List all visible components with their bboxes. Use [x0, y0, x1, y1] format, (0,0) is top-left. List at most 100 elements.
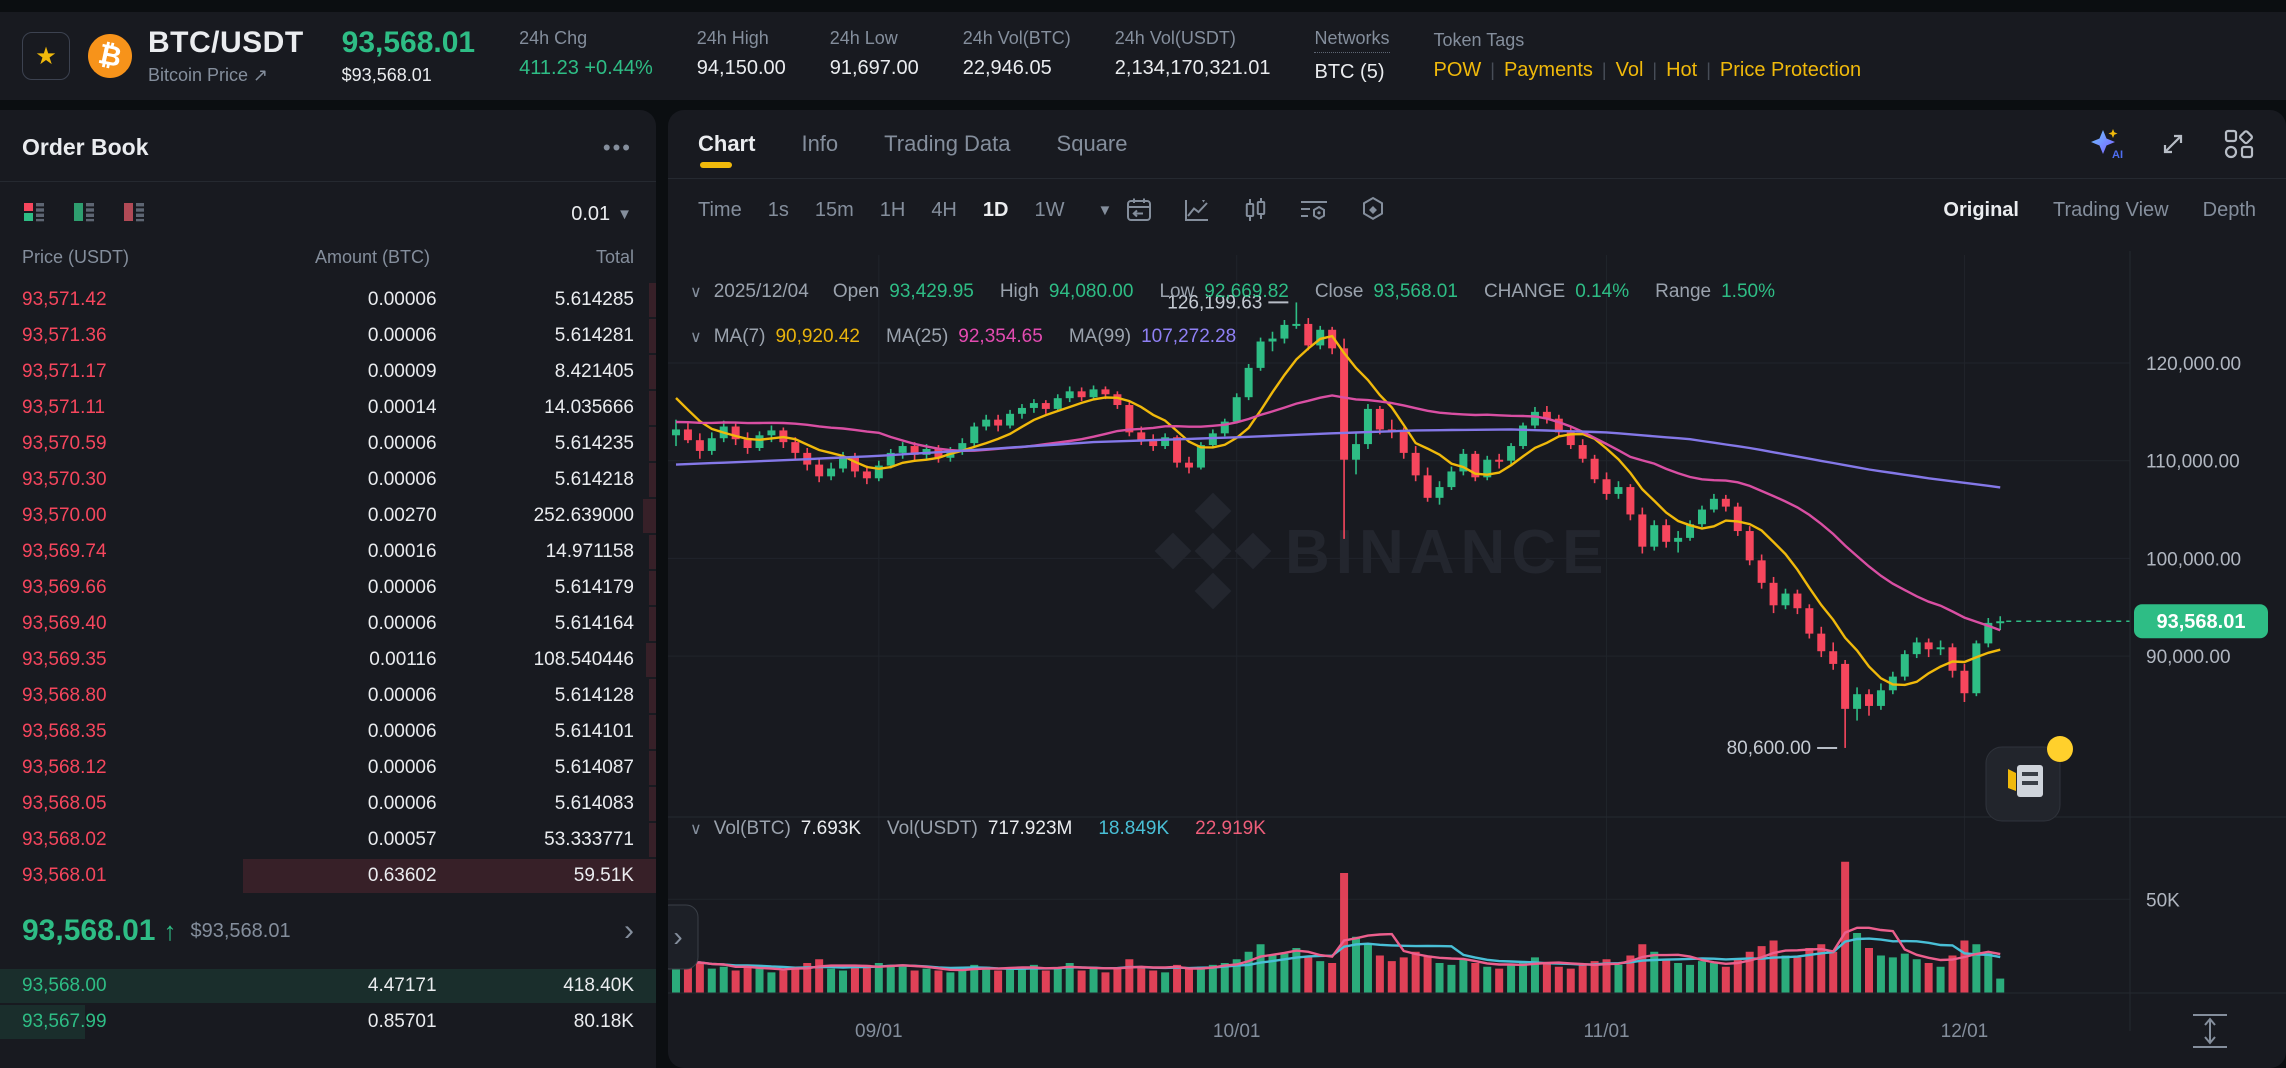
volume-bar [1877, 956, 1885, 994]
chart-area[interactable]: ∨ 2025/12/04 Open93,429.95 High94,080.00… [668, 241, 2286, 1068]
candlestick-chart[interactable]: BINANCE126,199.6380,600.0093,568.01120,0… [668, 241, 2286, 1068]
ask-row[interactable]: 93,568.050.000065.614083 [0, 786, 656, 822]
ask-row[interactable]: 93,570.590.000065.614235 [0, 426, 656, 462]
price-cell: 93,568.80 [22, 685, 239, 707]
book-view-bids-icon[interactable] [72, 200, 96, 229]
collapse-icon[interactable]: ∨ [690, 282, 702, 302]
volume-bar [1471, 963, 1479, 993]
chevron-down-icon: ▼ [617, 206, 632, 223]
candle [1531, 412, 1539, 426]
header-stats: 24h Chg411.23 +0.44%24h High94,150.0024h… [519, 28, 1389, 84]
tag-separator: | [1490, 60, 1495, 81]
ask-row[interactable]: 93,568.010.6360259.51K [0, 858, 656, 894]
ask-row[interactable]: 93,569.400.000065.614164 [0, 606, 656, 642]
indicator-settings-icon[interactable] [1298, 195, 1330, 225]
symbol-subtitle-link[interactable]: Bitcoin Price ↗ [148, 65, 304, 86]
interval-dropdown-icon[interactable]: ▼ [1097, 202, 1112, 219]
ask-row[interactable]: 93,569.350.00116108.540446 [0, 642, 656, 678]
fullscreen-icon[interactable] [2158, 129, 2188, 159]
jump-to-date-icon[interactable] [1124, 195, 1154, 225]
asks-list: 93,571.420.000065.61428593,571.360.00006… [0, 282, 656, 894]
token-tag-link[interactable]: Hot [1666, 59, 1697, 82]
ask-row[interactable]: 93,570.000.00270252.639000 [0, 498, 656, 534]
ask-row[interactable]: 93,571.110.0001414.035666 [0, 390, 656, 426]
ask-row[interactable]: 93,568.020.0005753.333771 [0, 822, 656, 858]
interval-1w[interactable]: 1W [1034, 199, 1064, 222]
collapse-icon[interactable]: ∨ [690, 327, 702, 347]
chart-type-icon[interactable] [1182, 195, 1212, 225]
depth-bar [649, 715, 656, 749]
candle [1424, 475, 1432, 497]
candle [1304, 324, 1312, 345]
col-price: Price (USDT) [22, 247, 226, 268]
candle [1101, 389, 1109, 394]
candle [899, 446, 907, 453]
token-tag-link[interactable]: POW [1434, 59, 1482, 82]
interval-4h[interactable]: 4H [931, 199, 957, 222]
candle [1865, 694, 1873, 706]
last-price: 93,568.01 [342, 26, 475, 60]
tab-trading-data[interactable]: Trading Data [884, 110, 1010, 178]
favorite-star-button[interactable]: ★ [22, 32, 70, 80]
volume-bar [946, 972, 954, 993]
news-feed-button[interactable] [1986, 736, 2073, 821]
interval-1s[interactable]: 1s [768, 199, 789, 222]
tag-separator: | [1602, 60, 1607, 81]
layout-grid-icon[interactable] [2222, 127, 2256, 161]
candle [1352, 444, 1360, 460]
volume-bar [1304, 957, 1312, 993]
last-price-row[interactable]: 93,568.01 ↑ $93,568.01 › [0, 894, 656, 968]
settings-hexagon-icon[interactable] [1358, 195, 1388, 225]
view-depth[interactable]: Depth [2203, 199, 2256, 222]
bid-row[interactable]: 93,568.004.47171418.40K [0, 968, 656, 1004]
precision-dropdown[interactable]: 0.01 ▼ [571, 203, 632, 226]
tab-info[interactable]: Info [801, 110, 838, 178]
interval-1d[interactable]: 1D [983, 199, 1009, 222]
interval-1h[interactable]: 1H [880, 199, 906, 222]
tab-chart[interactable]: Chart [698, 110, 755, 178]
ask-row[interactable]: 93,570.300.000065.614218 [0, 462, 656, 498]
ask-row[interactable]: 93,569.740.0001614.971158 [0, 534, 656, 570]
ask-row[interactable]: 93,569.660.000065.614179 [0, 570, 656, 606]
order-book-more-button[interactable]: ••• [603, 135, 632, 161]
interval-time[interactable]: Time [698, 199, 742, 222]
volume-bar [1555, 967, 1563, 993]
ask-row[interactable]: 93,568.350.000065.614101 [0, 714, 656, 750]
ask-row[interactable]: 93,571.360.000065.614281 [0, 318, 656, 354]
ask-row[interactable]: 93,568.120.000065.614087 [0, 750, 656, 786]
ask-row[interactable]: 93,568.800.000065.614128 [0, 678, 656, 714]
volume-bar [696, 963, 704, 993]
price-cell: 93,570.00 [22, 505, 239, 527]
expand-panel-button[interactable]: › [668, 905, 698, 969]
view-trading-view[interactable]: Trading View [2053, 199, 2169, 222]
book-view-both-icon[interactable] [22, 200, 46, 229]
ma7-value: 90,920.42 [775, 326, 860, 348]
volume-bar [1376, 956, 1384, 994]
collapse-icon[interactable]: ∨ [690, 819, 702, 839]
total-cell: 108.540446 [437, 649, 634, 671]
stat-value: 411.23 +0.44% [519, 57, 653, 80]
ma25-value: 92,354.65 [958, 326, 1043, 348]
view-original[interactable]: Original [1943, 199, 2019, 222]
y-axis-tick: 110,000.00 [2146, 452, 2240, 473]
candle [1591, 459, 1599, 480]
volume-bar [1889, 957, 1897, 993]
tab-square[interactable]: Square [1057, 110, 1128, 178]
volume-bar [1567, 969, 1575, 993]
interval-15m[interactable]: 15m [815, 199, 854, 222]
volume-bar [1197, 967, 1205, 993]
token-tag-link[interactable]: Price Protection [1720, 59, 1861, 82]
candle [1269, 339, 1277, 342]
book-view-asks-icon[interactable] [122, 200, 146, 229]
volume-bar [1937, 967, 1945, 993]
indicators-candle-icon[interactable] [1240, 195, 1270, 225]
token-tag-link[interactable]: Payments [1504, 59, 1593, 82]
ai-assistant-icon[interactable]: AI [2088, 126, 2124, 162]
depth-bar [649, 355, 656, 389]
volume-bar [1292, 948, 1300, 993]
ask-row[interactable]: 93,571.420.000065.614285 [0, 282, 656, 318]
ask-row[interactable]: 93,571.170.000098.421405 [0, 354, 656, 390]
bid-row[interactable]: 93,567.990.8570180.18K [0, 1004, 656, 1040]
token-tag-link[interactable]: Vol [1616, 59, 1644, 82]
auto-scale-icon[interactable] [2193, 1015, 2227, 1047]
